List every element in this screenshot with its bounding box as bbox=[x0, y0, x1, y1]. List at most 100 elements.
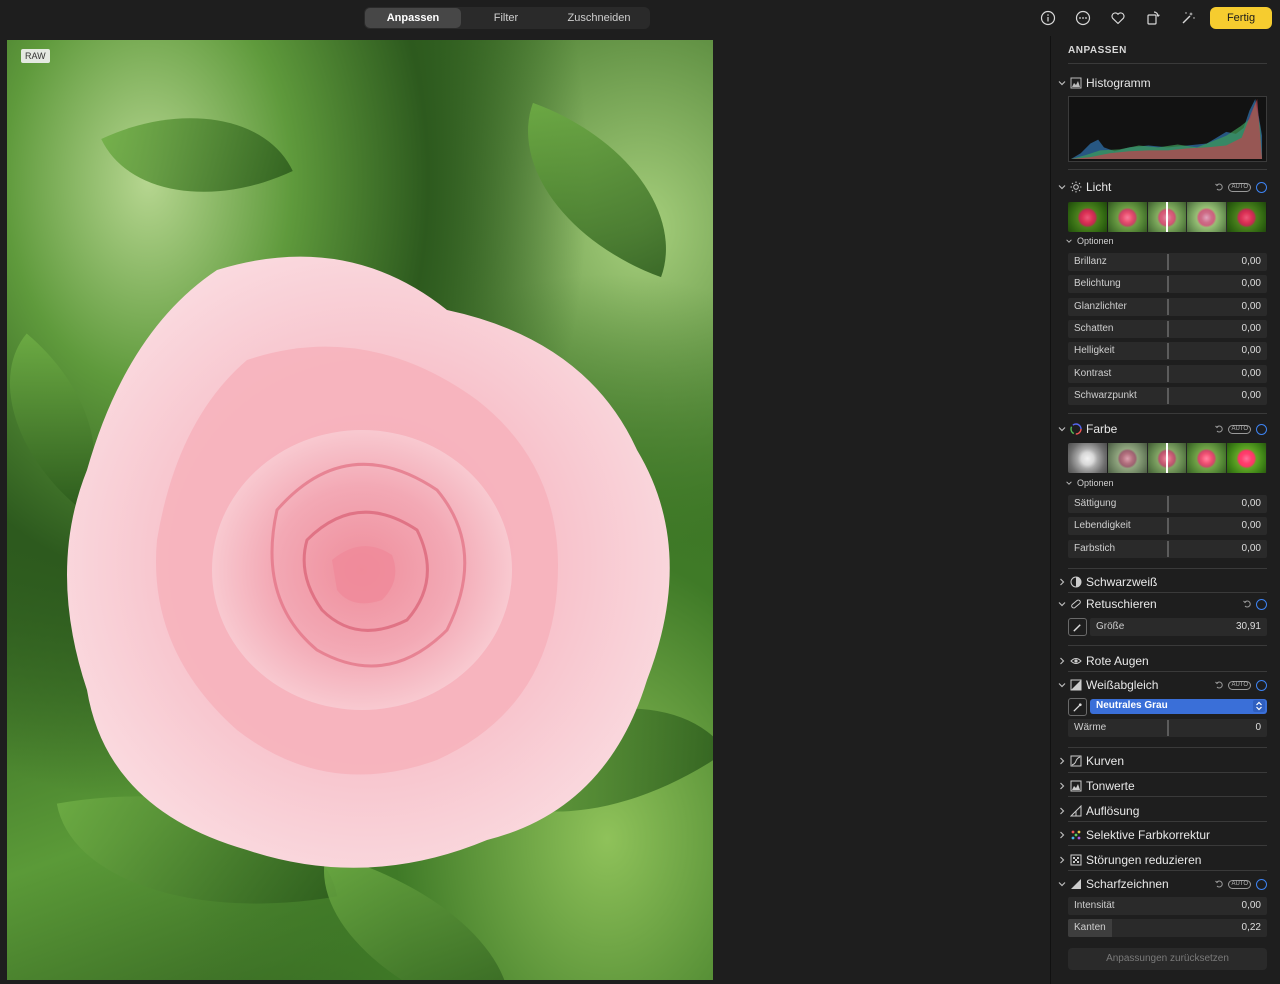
white-balance-mode-select[interactable]: Neutrales Grau bbox=[1090, 699, 1267, 714]
adjustment-slider[interactable]: Glanzlichter 0,00 bbox=[1068, 297, 1267, 316]
auto-button[interactable]: AUTO bbox=[1228, 182, 1251, 192]
adjustment-slider[interactable]: Farbstich 0,00 bbox=[1068, 539, 1267, 558]
adjustment-slider[interactable]: Kanten 0,22 bbox=[1068, 919, 1267, 938]
chevron-down-icon[interactable] bbox=[1057, 599, 1067, 609]
color-wheel-icon bbox=[1070, 423, 1082, 435]
adjustment-slider[interactable]: Lebendigkeit 0,00 bbox=[1068, 517, 1267, 536]
adjustment-slider[interactable]: Schatten 0,00 bbox=[1068, 319, 1267, 338]
undo-icon[interactable] bbox=[1242, 599, 1252, 609]
chevron-right-icon[interactable] bbox=[1057, 830, 1067, 840]
chevron-right-icon[interactable] bbox=[1057, 855, 1067, 865]
section-scharfzeichnen[interactable]: Scharfzeichnen AUTO bbox=[1057, 875, 1267, 893]
done-button[interactable]: Fertig bbox=[1210, 7, 1272, 29]
undo-icon[interactable] bbox=[1214, 182, 1224, 192]
section-selektive-farbkorrektur[interactable]: Selektive Farbkorrektur bbox=[1057, 826, 1267, 844]
thumbnail[interactable] bbox=[1187, 443, 1228, 473]
enable-toggle[interactable] bbox=[1256, 181, 1267, 193]
toolbar: Anpassen Filter Zuschneiden Fertig bbox=[0, 0, 1280, 36]
section-label: Selektive Farbkorrektur bbox=[1086, 828, 1211, 842]
thumbnail[interactable] bbox=[1107, 443, 1148, 473]
section-weissabgleich[interactable]: Weißabgleich AUTO bbox=[1057, 676, 1267, 694]
thumbnail[interactable] bbox=[1187, 202, 1228, 232]
more-icon[interactable] bbox=[1073, 8, 1093, 28]
licht-options-toggle[interactable]: Optionen bbox=[1065, 235, 1114, 247]
enable-toggle[interactable] bbox=[1256, 878, 1267, 890]
chevron-right-icon[interactable] bbox=[1057, 756, 1067, 766]
reset-adjustments-button[interactable]: Anpassungen zurücksetzen bbox=[1068, 948, 1267, 970]
sharpen-icon bbox=[1070, 878, 1082, 890]
farbe-options-toggle[interactable]: Optionen bbox=[1065, 477, 1114, 489]
section-label: Schwarzweiß bbox=[1086, 575, 1158, 589]
enable-toggle[interactable] bbox=[1256, 423, 1267, 435]
panel-title: ANPASSEN bbox=[1068, 45, 1127, 56]
raw-badge: RAW bbox=[21, 49, 50, 63]
adjustment-slider[interactable]: Sättigung 0,00 bbox=[1068, 495, 1267, 513]
adjustment-slider[interactable]: Helligkeit 0,00 bbox=[1068, 342, 1267, 361]
heart-icon[interactable] bbox=[1108, 8, 1128, 28]
auto-button[interactable]: AUTO bbox=[1228, 424, 1251, 434]
enable-toggle[interactable] bbox=[1256, 679, 1267, 691]
tab-zuschneiden[interactable]: Zuschneiden bbox=[551, 8, 647, 28]
chevron-right-icon[interactable] bbox=[1057, 577, 1067, 587]
info-icon[interactable] bbox=[1038, 8, 1058, 28]
tab-anpassen[interactable]: Anpassen bbox=[365, 8, 461, 28]
section-stoerungen-reduzieren[interactable]: Störungen reduzieren bbox=[1057, 851, 1267, 869]
groesse-slider[interactable]: Größe 30,91 bbox=[1090, 618, 1267, 636]
thumbnail[interactable] bbox=[1227, 202, 1267, 232]
brush-tool-button[interactable] bbox=[1068, 618, 1087, 636]
licht-thumbnails[interactable] bbox=[1068, 202, 1267, 232]
chevron-down-icon[interactable] bbox=[1057, 680, 1067, 690]
adjustment-slider[interactable]: Kontrast 0,00 bbox=[1068, 364, 1267, 383]
thumbnail[interactable] bbox=[1147, 202, 1188, 232]
histogram-icon bbox=[1070, 77, 1082, 89]
undo-icon[interactable] bbox=[1214, 879, 1224, 889]
chevron-right-icon[interactable] bbox=[1057, 781, 1067, 791]
slider-center-mark bbox=[1167, 298, 1169, 315]
section-licht[interactable]: Licht AUTO bbox=[1057, 178, 1267, 196]
photo-canvas[interactable]: RAW bbox=[7, 40, 713, 980]
thumbnail[interactable] bbox=[1068, 202, 1108, 232]
magic-wand-icon[interactable] bbox=[1178, 8, 1198, 28]
divider bbox=[1068, 169, 1267, 170]
adjustment-slider[interactable]: Brillanz 0,00 bbox=[1068, 253, 1267, 271]
section-retuschieren[interactable]: Retuschieren bbox=[1057, 595, 1267, 613]
farbe-thumbnails[interactable] bbox=[1068, 443, 1267, 473]
undo-icon[interactable] bbox=[1214, 680, 1224, 690]
auto-button[interactable]: AUTO bbox=[1228, 680, 1251, 690]
chevron-down-icon[interactable] bbox=[1057, 182, 1067, 192]
section-tonwerte[interactable]: Tonwerte bbox=[1057, 777, 1267, 795]
chevron-right-icon[interactable] bbox=[1057, 656, 1067, 666]
section-kurven[interactable]: Kurven bbox=[1057, 752, 1267, 770]
divider bbox=[1068, 671, 1267, 672]
adjustment-slider[interactable]: Belichtung 0,00 bbox=[1068, 275, 1267, 294]
divider bbox=[1068, 568, 1267, 569]
chevron-down-icon[interactable] bbox=[1057, 879, 1067, 889]
thumbnail[interactable] bbox=[1068, 443, 1108, 473]
section-rote-augen[interactable]: Rote Augen bbox=[1057, 652, 1267, 670]
brush-icon bbox=[1073, 623, 1081, 632]
adjust-panel: ANPASSEN Histogramm Licht AUTO Optionen … bbox=[1050, 36, 1280, 984]
thumbnail[interactable] bbox=[1147, 443, 1188, 473]
eyedropper-button[interactable] bbox=[1068, 698, 1087, 716]
undo-icon[interactable] bbox=[1214, 424, 1224, 434]
enable-toggle[interactable] bbox=[1256, 598, 1267, 610]
section-schwarzweiss[interactable]: Schwarzweiß bbox=[1057, 573, 1267, 591]
tab-filter[interactable]: Filter bbox=[461, 8, 551, 28]
section-farbe[interactable]: Farbe AUTO bbox=[1057, 420, 1267, 438]
section-aufloesung[interactable]: Auflösung bbox=[1057, 802, 1267, 820]
rotate-icon[interactable] bbox=[1143, 8, 1163, 28]
thumbnail-slider-handle[interactable] bbox=[1165, 202, 1168, 232]
chevron-down-icon[interactable] bbox=[1057, 78, 1067, 88]
thumbnail[interactable] bbox=[1227, 443, 1267, 473]
updown-chevron-icon bbox=[1253, 700, 1265, 712]
chevron-right-icon[interactable] bbox=[1057, 806, 1067, 816]
adjustment-slider[interactable]: Intensität 0,00 bbox=[1068, 897, 1267, 915]
sun-icon bbox=[1070, 181, 1082, 193]
adjustment-slider[interactable]: Schwarzpunkt 0,00 bbox=[1068, 386, 1267, 405]
thumbnail[interactable] bbox=[1107, 202, 1148, 232]
section-histogram[interactable]: Histogramm bbox=[1057, 74, 1267, 92]
chevron-down-icon[interactable] bbox=[1057, 424, 1067, 434]
waerme-slider[interactable]: Wärme 0 bbox=[1068, 719, 1267, 737]
auto-button[interactable]: AUTO bbox=[1228, 879, 1251, 889]
thumbnail-slider-handle[interactable] bbox=[1165, 443, 1168, 473]
